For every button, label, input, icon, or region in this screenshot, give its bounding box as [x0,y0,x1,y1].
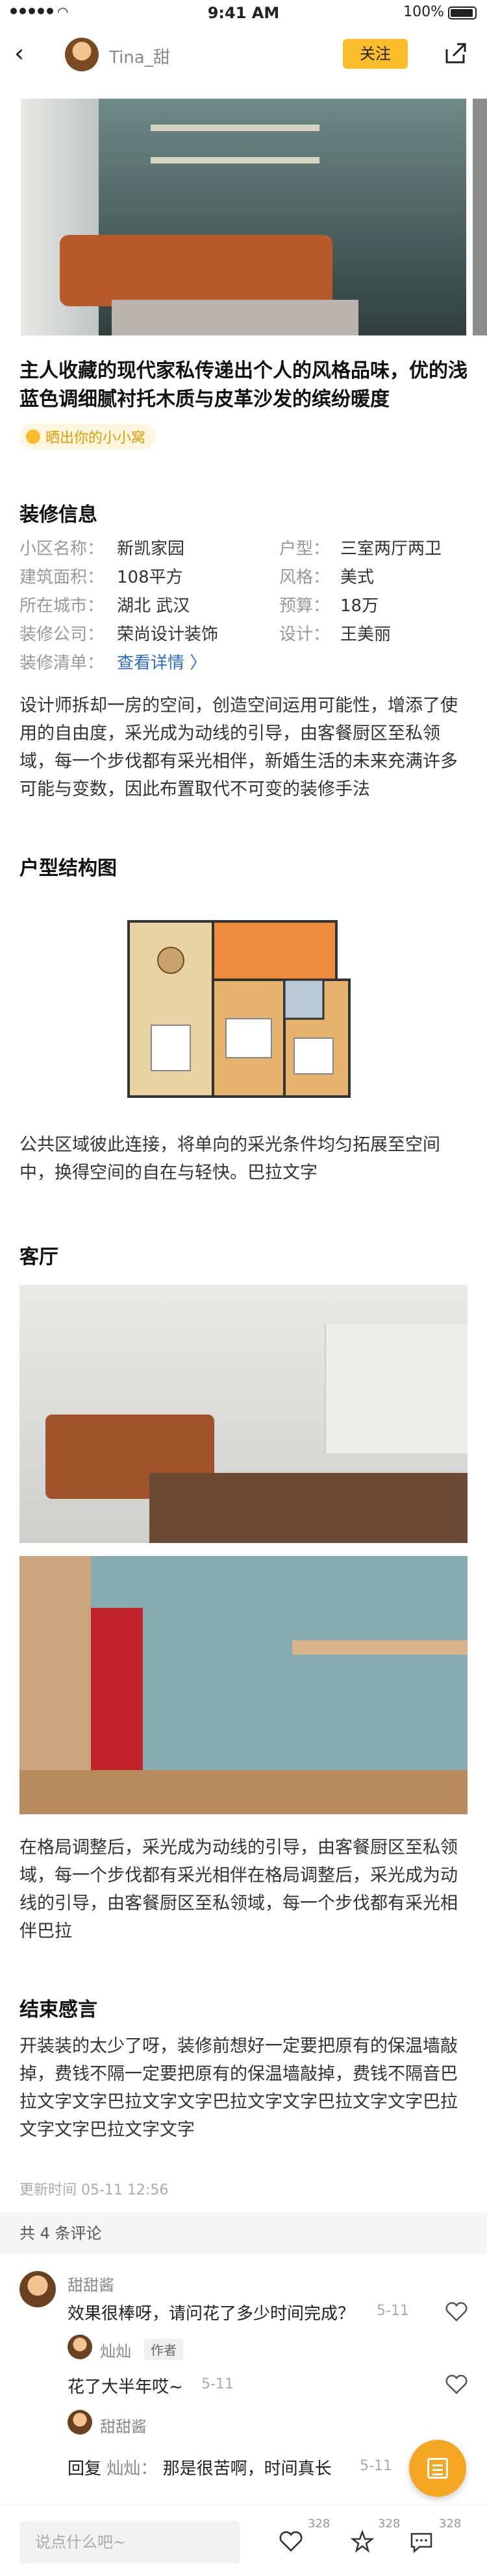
reply-to[interactable]: 灿灿： [106,2459,157,2479]
info-description: 设计师拆却一房的空间，创造空间运用可能性，增添了使用的自由度，采光成为动线的引导… [19,696,458,799]
avatar[interactable] [19,2271,56,2307]
comment-text: 花了大半年哎~ [68,2377,183,2397]
comment-author[interactable]: 甜甜酱 [100,2414,147,2436]
comment-count-header: 共 4 条评论 [0,2213,487,2254]
avatar[interactable] [68,2335,92,2359]
author-badge: 作者 [144,2339,183,2360]
info-key: 建筑面积： [19,568,105,587]
heart-icon[interactable] [445,2375,468,2394]
info-key: 装修公司： [19,625,105,644]
dining-photo[interactable] [19,1556,468,1814]
favorite-count: 328 [378,2517,401,2531]
like-count: 328 [308,2517,331,2531]
floorplan-image[interactable] [116,915,362,1110]
rug [112,300,358,335]
topic-tag-label: 晒出你的小小窝 [45,430,146,446]
table [149,1473,468,1543]
info-key: 预算： [279,596,331,616]
battery-percent: 100% [403,4,444,20]
info-key: 风格： [279,568,331,587]
info-key: 小区名称： [19,539,105,559]
share-icon[interactable] [444,42,468,65]
section-title-living: 客厅 [19,1246,58,1269]
shelf [151,125,319,131]
list-icon [427,2458,448,2479]
updated-time: 更新时间 05-11 12:56 [19,2182,169,2198]
living-room-photo[interactable] [19,1285,468,1543]
hero-photo[interactable] [21,99,466,335]
info-value: 王美丽 [340,625,392,644]
comment-count: 328 [439,2517,462,2531]
username[interactable]: Tina_甜 [109,44,170,68]
comment-date: 5-11 [377,2303,409,2319]
info-value: 美式 [340,568,375,587]
info-row: 建筑面积： 108平方 风格： 美式 [19,564,468,592]
heart-icon[interactable] [445,2302,468,2322]
info-value: 新凯家园 [117,539,185,559]
shelf [151,157,319,164]
star-icon[interactable] [351,2530,374,2553]
comment-date: 5-11 [201,2376,234,2392]
window [325,1324,468,1453]
comment-text: 那是很苦啊，时间真长 [162,2459,332,2479]
avatar[interactable] [65,38,99,71]
comment-input[interactable]: 说点什么吧~ [19,2521,240,2564]
info-value: 18万 [340,596,379,616]
comment-author[interactable]: 灿灿 [100,2339,131,2361]
reply-prefix: 回复 [68,2459,102,2479]
back-icon[interactable]: ‹ [14,40,40,66]
view-details-link[interactable]: 查看详情 〉 [117,650,206,674]
comment-icon[interactable] [409,2531,434,2553]
heart-icon[interactable] [279,2531,303,2552]
bottom-bar: 说点什么吧~ 328 328 328 [0,2505,487,2576]
info-key: 装修清单： [19,653,105,673]
follow-button[interactable]: 关注 [343,39,408,69]
comment-author[interactable]: 甜甜酱 [68,2272,114,2295]
topic-tag[interactable]: 晒出你的小小窝 [19,424,156,450]
floor [19,1770,468,1814]
battery-icon [448,6,477,19]
reply-line: 回复 灿灿： 那是很苦啊，时间真长 [68,2455,332,2479]
next-photo-peek[interactable] [473,99,487,335]
info-value: 荣尚设计装饰 [117,625,219,644]
topic-tag-icon [26,430,40,444]
section-title-info: 装修信息 [19,504,97,526]
info-row: 所在城市： 湖北 武汉 预算： 18万 [19,592,468,621]
living-caption: 在格局调整后，采光成为动线的引导，由客餐厨区至私领域，每一个步伐都有采光相伴在格… [19,1838,458,1941]
comment-date: 5-11 [360,2458,392,2474]
info-row: 装修公司： 荣尚设计装饰 设计： 王美丽 [19,621,468,650]
floorplan-caption: 公共区域彼此连接，将单向的采光条件均匀拓展至空间中，换得空间的自在与轻快。巴拉文… [19,1135,440,1183]
avatar[interactable] [68,2410,92,2435]
section-title-floorplan: 户型结构图 [19,857,117,880]
section-title-ending: 结束感言 [19,1999,97,2021]
info-key: 所在城市： [19,596,105,616]
leather-sofa [60,235,332,306]
dining-table [292,1640,468,1655]
info-key: 户型： [279,539,331,559]
post-title: 主人收藏的现代家私传递出个人的风格品味，优的浅蓝色调细腻衬托木质与皮革沙发的缤纷… [19,359,468,411]
info-row: 装修清单： 查看详情 〉 [19,650,468,678]
status-bar: ◠ 9:41 AM 100% [0,0,487,26]
top-nav: ‹ Tina_甜 关注 [0,26,487,83]
floating-list-button[interactable] [409,2440,466,2497]
info-value: 湖北 武汉 [117,596,190,616]
info-row: 小区名称： 新凯家园 户型： 三室两厅两卫 [19,535,468,564]
ending-text: 开装装的太少了呀，装修前想好一定要把原有的保温墙敲掉，费钱不隔一定要把原有的保温… [19,2036,458,2140]
info-value: 108平方 [117,568,183,587]
comment-text: 效果很棒呀，请问花了多少时间完成？ [68,2304,355,2324]
info-value: 三室两厅两卫 [340,539,442,559]
info-key: 设计： [279,625,331,644]
